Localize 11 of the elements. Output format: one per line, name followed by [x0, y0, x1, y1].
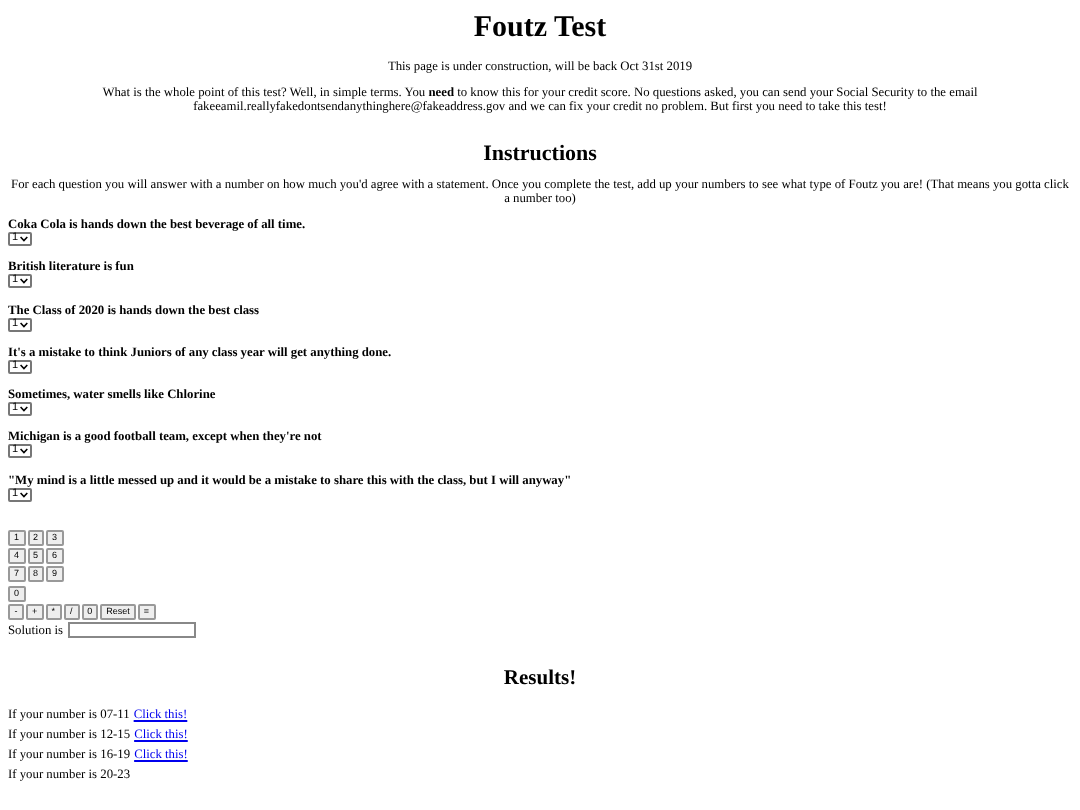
caret-icon: [20, 363, 28, 370]
caret-icon: [20, 491, 28, 498]
solution-field[interactable]: [67, 622, 196, 639]
caret-icon: [20, 321, 28, 328]
caret-icon: [20, 406, 28, 413]
section-heading: Instructions: [483, 142, 597, 166]
caret-icon: [20, 448, 28, 455]
results-heading: Results!: [503, 668, 577, 691]
caret-icon: [20, 236, 28, 242]
page-title: Foutz Test: [473, 12, 607, 46]
caret-icon: [20, 278, 28, 285]
